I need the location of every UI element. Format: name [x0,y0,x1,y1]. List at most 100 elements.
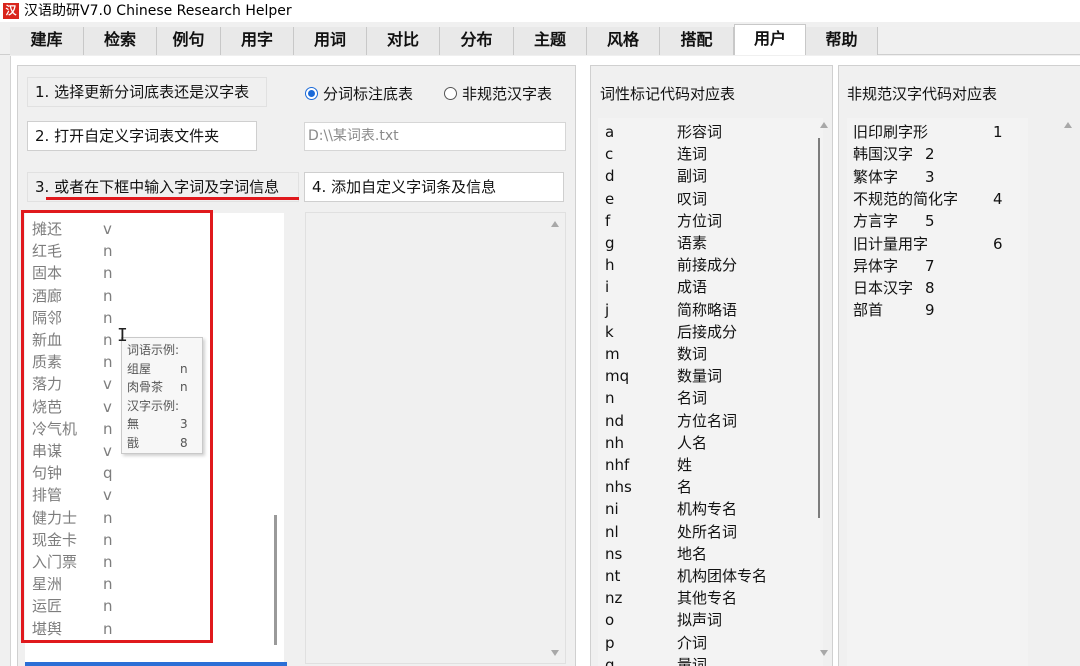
pos-row: d 副词 [598,165,813,187]
pos-code: f [605,211,611,230]
tab-7[interactable]: 主题 [514,27,587,55]
variant-code: 6 [993,234,1003,253]
pos-row: f 方位词 [598,210,813,232]
pos-name: 简称略语 [677,300,738,319]
variant-row: 旧印刷字形 1 [847,121,1022,143]
variant-row: 繁体字 3 [847,166,1022,188]
variant-code: 3 [925,167,935,186]
variant-name: 异体字 [853,256,899,275]
pos-code: i [605,278,610,297]
scroll-up-icon[interactable] [551,221,559,227]
pos-row: m 数词 [598,343,813,365]
pos-row: nt 机构团体专名 [598,565,813,587]
pos-code-list[interactable]: a 形容词 c 连词 d 副词 e 叹词 f 方位词 g 语素 h 前接成分 i 成语 j 简称略语 k 后接成分 m 数… [598,118,823,666]
variant-name: 旧计量用字 [853,234,929,253]
pos-scroll-up-icon[interactable] [820,122,828,128]
variant-code-list[interactable]: 旧印刷字形 1 韩国汉字 2 繁体字 3 不规范的简化字 4 方言字 5 旧计量用字 6 异体字 7 日本汉… [847,118,1028,666]
pos-row: q 量词 [598,654,813,666]
pos-name: 方位名词 [677,411,738,430]
pos-code: a [605,123,615,141]
pos-code: nhs [605,478,632,497]
pos-name: 数量词 [677,367,723,386]
tab-10[interactable]: 用户 [734,24,806,55]
word-list-scrollbar[interactable] [274,515,277,645]
pos-code: nh [605,433,625,452]
radio-unselected-icon [444,87,457,100]
tab-4[interactable]: 用词 [294,27,367,55]
tab-9[interactable]: 搭配 [660,27,734,55]
tab-6[interactable]: 分布 [440,27,514,55]
pos-code: k [605,322,614,341]
pos-code: m [605,345,620,363]
variant-code: 1 [993,123,1003,141]
pos-name: 姓 [677,456,693,474]
pos-code: mq [605,367,630,386]
pos-code: n [605,389,615,408]
tab-0[interactable]: 建库 [10,27,84,55]
radio-nonstandard-chars[interactable]: 非规范汉字表 [444,84,552,104]
pos-name: 其他专名 [677,589,738,608]
pos-name: 处所名词 [677,522,738,541]
variant-name: 韩国汉字 [853,145,914,164]
pos-row: nh 人名 [598,432,813,454]
pos-row: k 后接成分 [598,321,813,343]
pos-row: e 叹词 [598,188,813,210]
example-tooltip: 词语示例: 组屋 n 肉骨茶 n 汉字示例: 無 3 戩 8 [121,337,203,454]
variant-code: 4 [993,189,1003,208]
pos-name: 方位词 [677,211,723,230]
variant-row: 方言字 5 [847,210,1022,232]
pos-name: 介词 [677,633,708,652]
tooltip-label: 無 [127,417,140,431]
add-entry-button[interactable]: 4. 添加自定义字词条及信息 [304,172,564,202]
pos-list-scrollbar[interactable] [818,138,820,518]
pos-name: 机构团体专名 [677,567,768,585]
pos-name: 前接成分 [677,256,738,275]
pos-row: n 名词 [598,387,813,409]
variant-row: 韩国汉字 2 [847,143,1022,165]
variant-name: 不规范的简化字 [853,189,959,208]
variant-scroll-up-icon[interactable] [1064,122,1072,128]
pos-code: p [605,633,615,652]
file-path-input[interactable]: D:\\某词表.txt [304,122,566,151]
variant-name: 部首 [853,301,884,320]
focus-underline [25,662,287,666]
pos-name: 后接成分 [677,322,738,341]
pos-name: 成语 [677,278,708,297]
open-folder-button[interactable]: 2. 打开自定义字词表文件夹 [27,121,257,151]
tab-1[interactable]: 检索 [84,27,157,55]
tab-3[interactable]: 用字 [221,27,294,55]
entry-info-area[interactable] [305,212,566,664]
tab-5[interactable]: 对比 [367,27,440,55]
pos-code: o [605,611,615,630]
pos-row: j 简称略语 [598,299,813,321]
tooltip-label: 词语示例: [127,343,180,357]
pos-row: ni 机构专名 [598,498,813,520]
pos-name: 形容词 [677,123,723,141]
tab-8[interactable]: 风格 [587,27,660,55]
pos-row: nd 方位名词 [598,410,813,432]
pos-code: j [605,300,610,319]
variant-row: 日本汉字 8 [847,277,1022,299]
variant-code: 9 [925,301,935,320]
tab-11[interactable]: 帮助 [806,27,878,55]
tooltip-label: 组屋 [127,361,152,376]
variant-list-scrollbar[interactable] [1030,118,1080,666]
highlight-underline [46,197,299,200]
title-bar: 汉 汉语助研V7.0 Chinese Research Helper [0,0,1080,22]
tooltip-label: 汉字示例: [127,398,180,413]
pos-code: nt [605,567,621,585]
pos-name: 名词 [677,389,708,408]
pos-name: 名 [677,478,693,497]
tooltip-value: 3 [180,417,188,431]
variant-table-title: 非规范汉字代码对应表 [847,85,998,103]
pos-row: g 语素 [598,232,813,254]
variant-name: 日本汉字 [853,279,914,298]
pos-code: c [605,145,614,164]
tab-2[interactable]: 例句 [157,27,221,55]
variant-name: 旧印刷字形 [853,123,929,141]
text-cursor-icon: I [117,325,128,346]
scroll-down-icon[interactable] [551,650,559,656]
pos-scroll-down-icon[interactable] [820,650,828,656]
variant-row: 不规范的简化字 4 [847,188,1022,210]
radio-segmentation-table[interactable]: 分词标注底表 [305,84,413,104]
